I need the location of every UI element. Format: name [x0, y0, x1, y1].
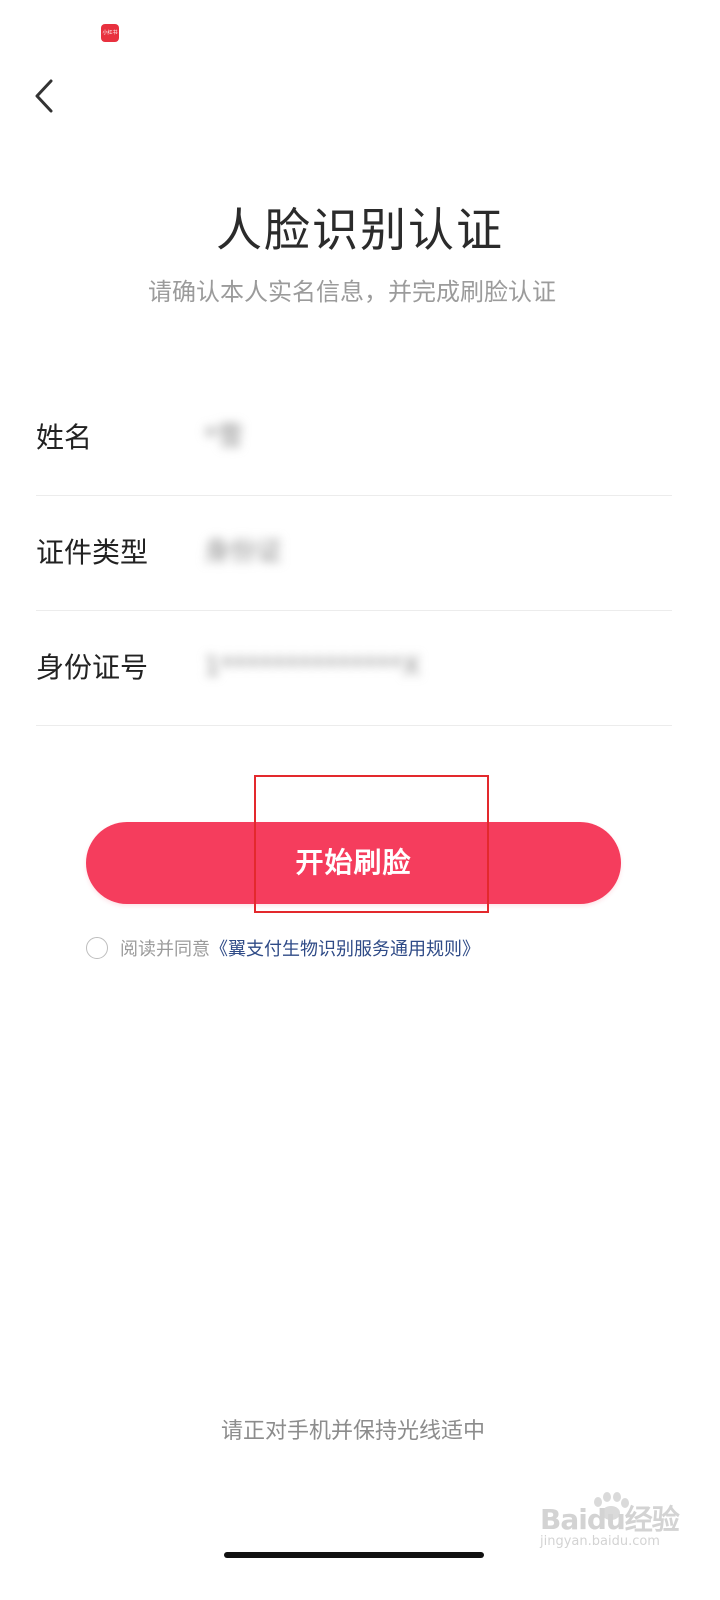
agreement-link[interactable]: 《翼支付生物识别服务通用规则》: [210, 935, 480, 961]
page-title: 人脸识别认证: [216, 203, 504, 257]
agreement-row: 阅读并同意 《翼支付生物识别服务通用规则》: [86, 934, 480, 962]
home-indicator[interactable]: [224, 1552, 484, 1558]
watermark-logo-text: Baidu经验: [540, 1503, 680, 1536]
bottom-tip: 请正对手机并保持光线适中: [220, 1419, 485, 1444]
name-value: *雪: [204, 422, 244, 452]
status-bar-app-icon: 小红书: [101, 24, 119, 42]
agreement-checkbox[interactable]: [86, 937, 108, 959]
baidu-jingyan-watermark: Baidu经验 jingyan.baidu.com: [540, 1492, 690, 1552]
back-button[interactable]: [22, 74, 66, 122]
id-number-row: 身份证号 1**************X: [36, 610, 672, 726]
id-type-label: 证件类型: [36, 536, 149, 569]
watermark-site-text: jingyan.baidu.com: [540, 1534, 660, 1549]
chevron-left-icon: [33, 78, 55, 118]
page-subtitle: 请确认本人实名信息，并完成刷脸认证: [148, 278, 556, 306]
name-label: 姓名: [36, 421, 93, 454]
id-type-row: 证件类型 身份证: [36, 495, 672, 611]
start-face-scan-button[interactable]: 开始刷脸: [86, 822, 621, 904]
name-row: 姓名 *雪: [36, 380, 672, 496]
id-number-label: 身份证号: [36, 651, 149, 684]
id-number-value: 1**************X: [204, 652, 421, 682]
agreement-prefix: 阅读并同意: [120, 939, 210, 960]
id-type-value: 身份证: [204, 537, 283, 567]
